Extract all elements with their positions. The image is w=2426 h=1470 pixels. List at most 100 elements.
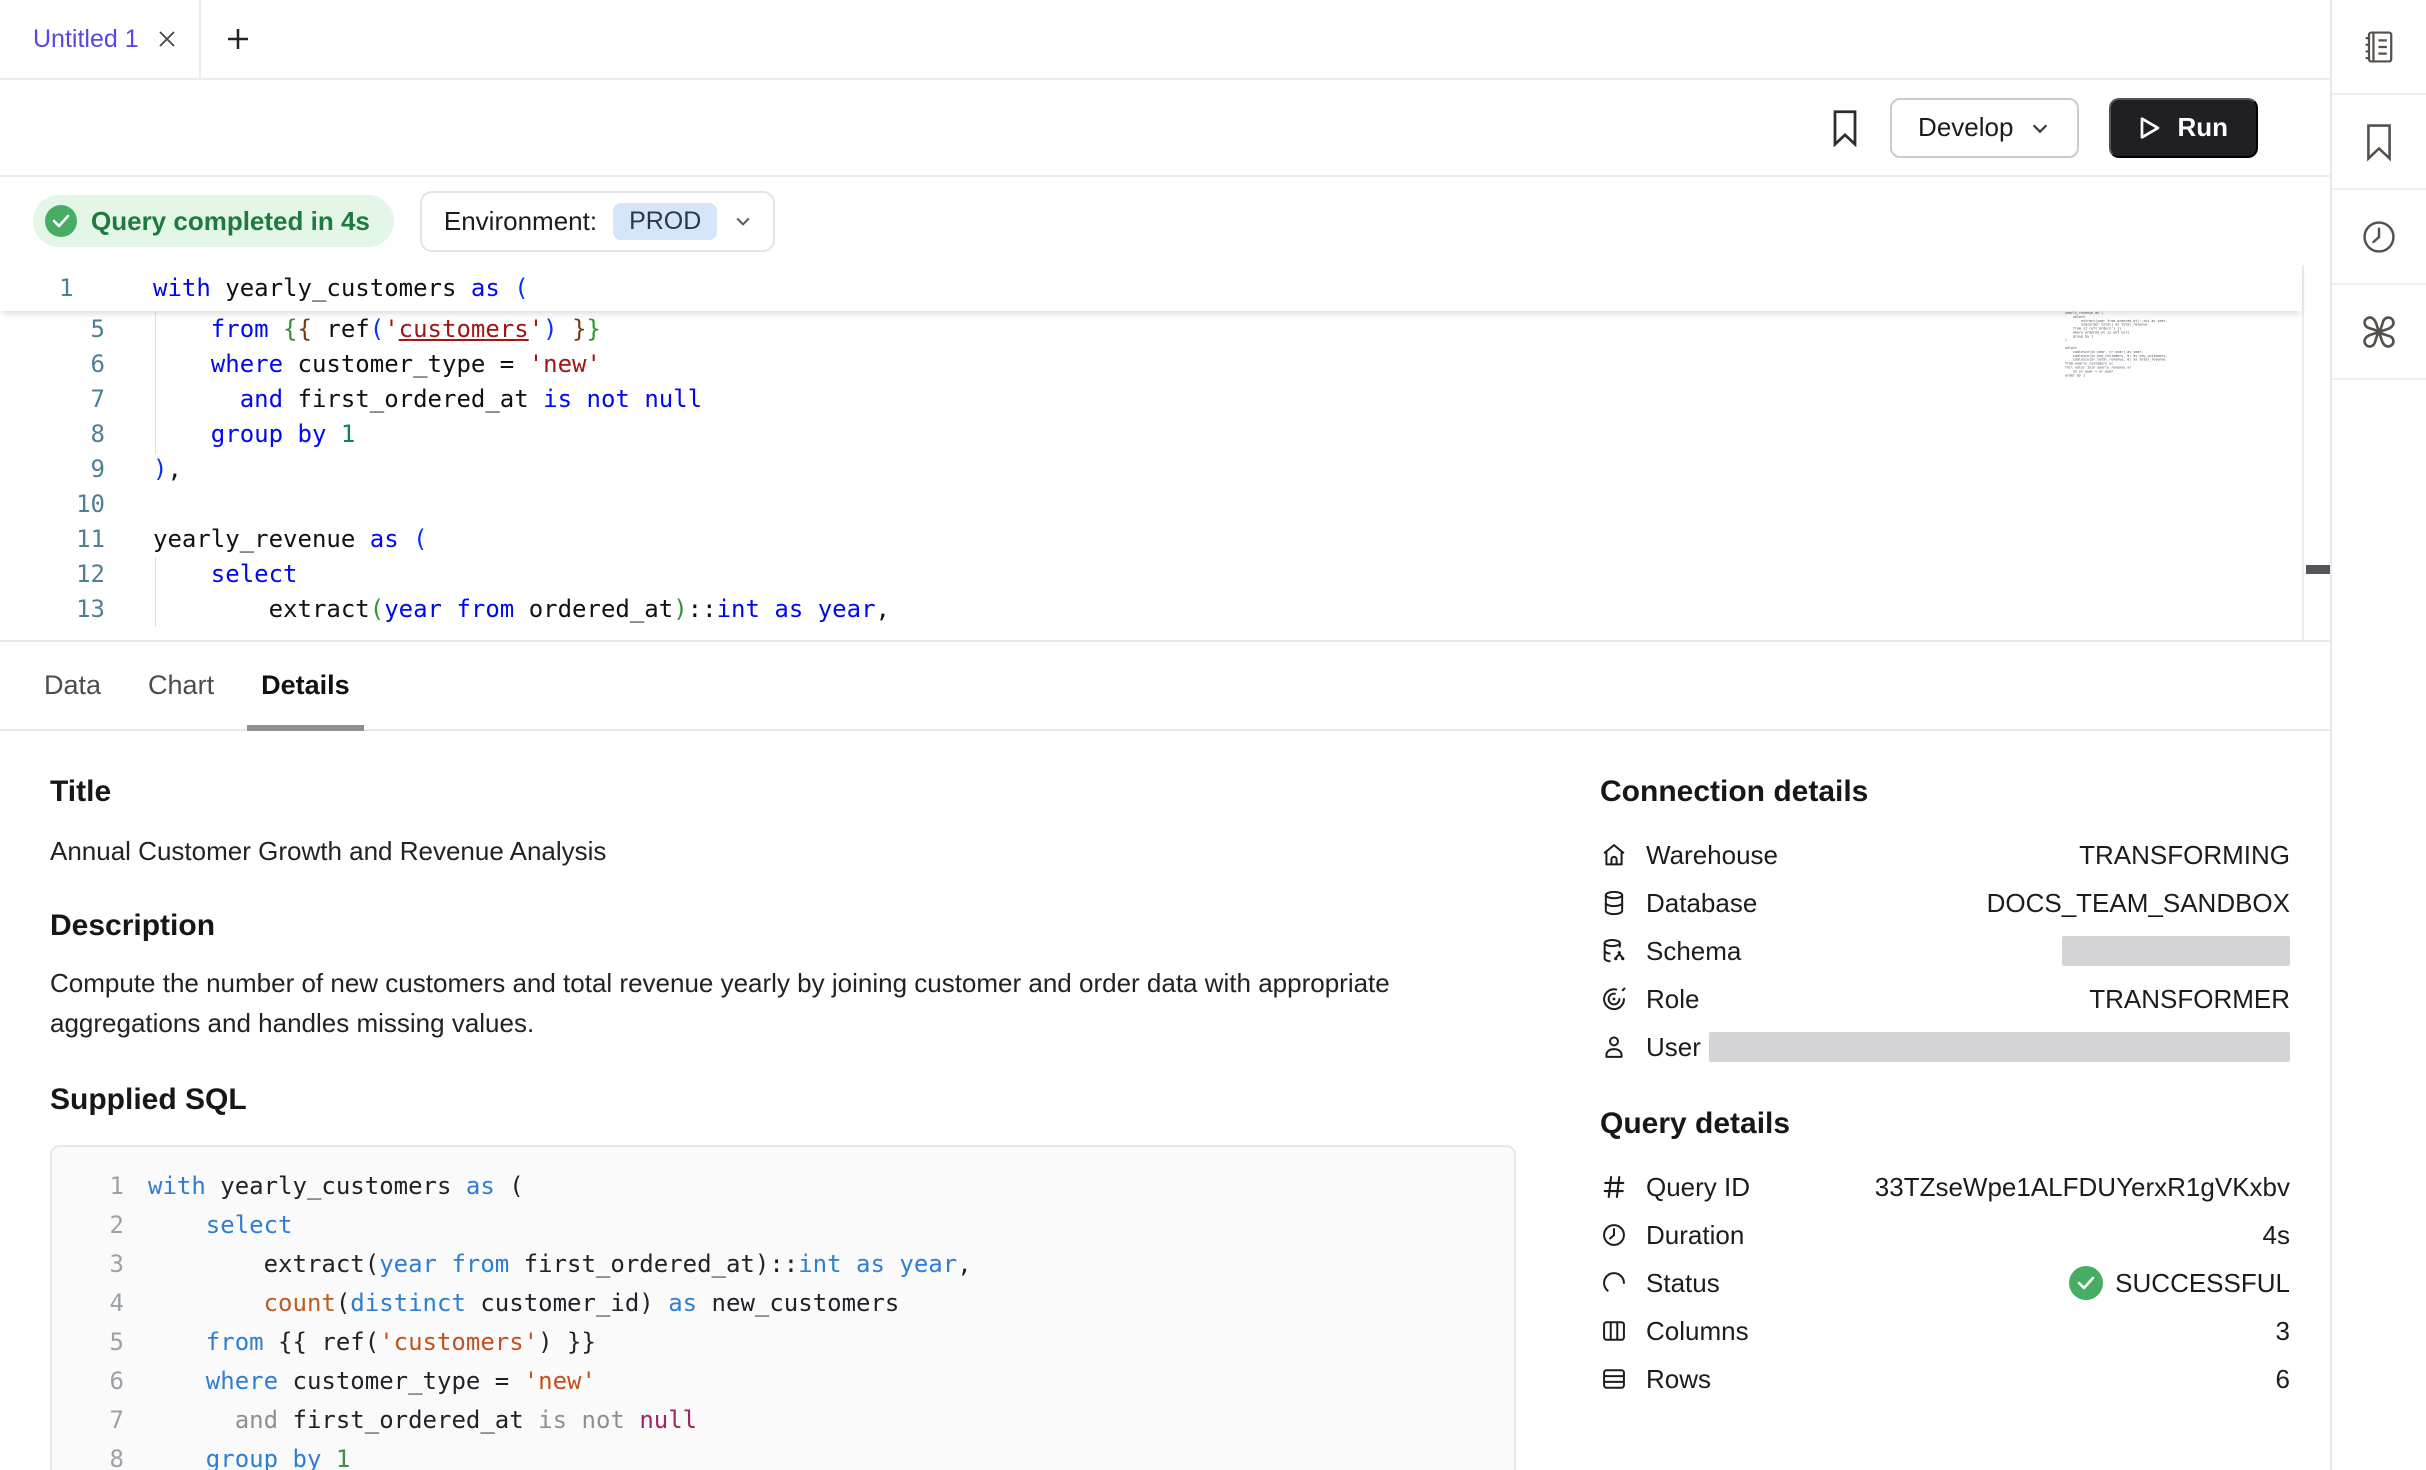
row-value: 33TZseWpe1ALFDUYerxR1gVKxbv	[1875, 1172, 2290, 1203]
sql-line: 7 and first_ordered_at is not null	[76, 1401, 1490, 1440]
line-number: 7	[0, 382, 105, 417]
line-number: 6	[0, 347, 105, 382]
redacted-value	[1709, 1032, 2290, 1062]
editor-minimap[interactable]: with yearly_customers as ( select extrac…	[2065, 272, 2185, 632]
code-line: ),	[153, 452, 182, 487]
line-number: 5	[76, 1323, 124, 1362]
columns-icon	[1600, 1317, 1634, 1345]
title-value: Annual Customer Growth and Revenue Analy…	[50, 831, 1516, 871]
editor-line: 11 yearly_revenue as (	[0, 522, 2330, 557]
line-number: 1	[59, 271, 105, 306]
bookmark-icon[interactable]	[1830, 109, 1860, 147]
line-number: 7	[76, 1401, 124, 1440]
sql-line: 1with yearly_customers as (	[76, 1167, 1490, 1206]
row-label: Database	[1646, 888, 1757, 919]
indent-guide	[155, 312, 156, 454]
line-number: 1	[76, 1167, 124, 1206]
code-line: select	[148, 1206, 293, 1245]
sql-line: 2 select	[76, 1206, 1490, 1245]
row-label: Warehouse	[1646, 840, 1778, 871]
code-line: select	[153, 557, 298, 592]
sql-editor[interactable]: 1 with yearly_customers as ( 5 from {{ r…	[0, 265, 2330, 642]
editor-scrollbar[interactable]	[2302, 265, 2330, 642]
line-number: 2	[76, 1206, 124, 1245]
query-row-status: Status SUCCESSFUL	[1600, 1259, 2290, 1307]
code-line: extract(year from first_ordered_at)::int…	[148, 1245, 972, 1284]
line-number: 13	[0, 592, 105, 627]
environment-selector[interactable]: Environment: PROD	[420, 191, 775, 252]
description-heading: Description	[50, 909, 1516, 943]
row-label: Columns	[1646, 1316, 1749, 1347]
lineage-flower-icon[interactable]	[2332, 285, 2426, 380]
notebook-icon[interactable]	[2332, 0, 2426, 95]
hash-icon	[1600, 1173, 1634, 1201]
tab-data[interactable]: Data	[42, 642, 103, 729]
editor-sticky-line[interactable]: 1 with yearly_customers as (	[0, 265, 2302, 311]
line-number: 8	[0, 417, 105, 452]
line-number: 8	[76, 1440, 124, 1470]
code-line: group by 1	[153, 417, 355, 452]
bookmark-icon[interactable]	[2332, 95, 2426, 190]
code-line: where customer_type = 'new'	[148, 1362, 596, 1401]
plus-icon[interactable]	[201, 0, 275, 78]
code-line: from {{ ref('customers') }}	[148, 1323, 596, 1362]
line-number: 10	[0, 487, 105, 522]
role-icon	[1600, 985, 1634, 1013]
code-line: and first_ordered_at is not null	[153, 382, 702, 417]
row-value: TRANSFORMING	[2079, 840, 2290, 871]
close-icon[interactable]	[155, 27, 179, 51]
query-row-columns: Columns 3	[1600, 1307, 2290, 1355]
tab-details-label: Details	[261, 670, 350, 701]
code-line: with yearly_customers as (	[153, 271, 529, 306]
connection-row-database: Database DOCS_TEAM_SANDBOX	[1600, 879, 2290, 927]
query-status-pill: Query completed in 4s	[33, 195, 394, 247]
editor-line: 13 extract(year from ordered_at)::int as…	[0, 592, 2330, 627]
row-label: Rows	[1646, 1364, 1711, 1395]
row-label: Duration	[1646, 1220, 1744, 1251]
sql-line: 6 where customer_type = 'new'	[76, 1362, 1490, 1401]
description-value: Compute the number of new customers and …	[50, 963, 1470, 1043]
run-button[interactable]: Run	[2109, 98, 2258, 158]
user-icon	[1600, 1033, 1634, 1061]
editor-line: 9),	[0, 452, 2330, 487]
row-label: Status	[1646, 1268, 1720, 1299]
develop-button[interactable]: Develop	[1890, 98, 2079, 158]
editor-line: 12 select	[0, 557, 2330, 592]
connection-row-warehouse: Warehouse TRANSFORMING	[1600, 831, 2290, 879]
line-number: 6	[76, 1362, 124, 1401]
supplied-sql-heading: Supplied SQL	[50, 1083, 1516, 1117]
main-area: Untitled 1 Develop Run	[0, 0, 2330, 1470]
editor-line: 5 from {{ ref('customers') }}	[0, 312, 2330, 347]
chevron-down-icon	[2029, 117, 2051, 139]
query-row-query-id: Query ID 33TZseWpe1ALFDUYerxR1gVKxbv	[1600, 1163, 2290, 1211]
sql-line: 4 count(distinct customer_id) as new_cus…	[76, 1284, 1490, 1323]
develop-label: Develop	[1918, 112, 2013, 143]
clock-icon	[1600, 1221, 1634, 1249]
query-row-rows: Rows 6	[1600, 1355, 2290, 1403]
spinner-icon	[1600, 1269, 1634, 1297]
tab-details[interactable]: Details	[259, 642, 352, 729]
line-number: 11	[0, 522, 105, 557]
editor-line: 7 and first_ordered_at is not null	[0, 382, 2330, 417]
connection-row-user: User	[1600, 1023, 2290, 1071]
query-details-heading: Query details	[1600, 1107, 2290, 1141]
status-row: Query completed in 4s Environment: PROD	[0, 177, 2330, 265]
environment-badge: PROD	[613, 203, 717, 240]
editor-lines: 5 from {{ ref('customers') }} 6 where cu…	[0, 312, 2330, 627]
sql-line: 5 from {{ ref('customers') }}	[76, 1323, 1490, 1362]
check-circle-icon	[2069, 1266, 2103, 1300]
check-circle-icon	[45, 205, 77, 237]
connection-row-schema: Schema	[1600, 927, 2290, 975]
row-value: TRANSFORMER	[2089, 984, 2290, 1015]
row-label: Schema	[1646, 936, 1741, 967]
history-clock-icon[interactable]	[2332, 190, 2426, 285]
tab-chart[interactable]: Chart	[146, 642, 216, 729]
code-line: yearly_revenue as (	[153, 522, 428, 557]
row-value: 4s	[2263, 1220, 2290, 1251]
row-label: Role	[1646, 984, 1699, 1015]
line-number: 9	[0, 452, 105, 487]
environment-label: Environment:	[444, 206, 597, 237]
scrollbar-thumb[interactable]	[2306, 565, 2330, 574]
tab-untitled-1[interactable]: Untitled 1	[0, 0, 201, 78]
tab-title: Untitled 1	[33, 25, 139, 54]
